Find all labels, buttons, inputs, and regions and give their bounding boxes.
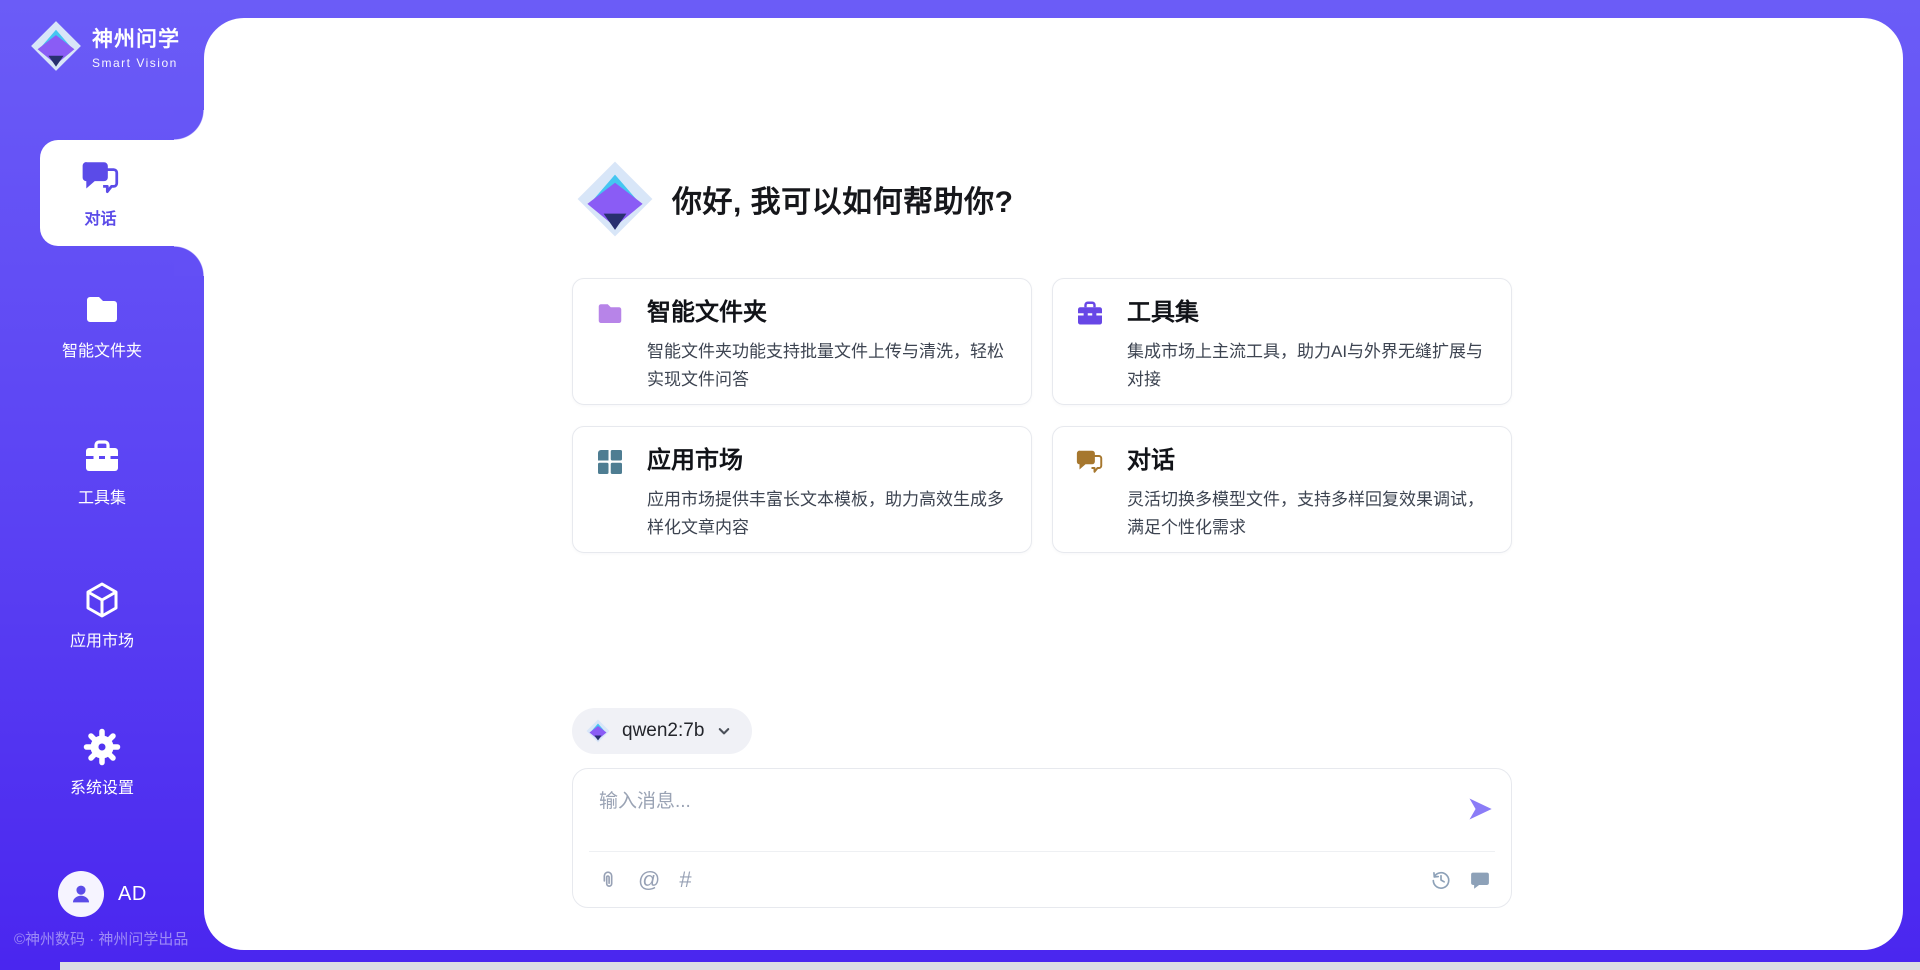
sidebar-item-app-market[interactable]: 应用市场 — [0, 580, 204, 651]
folder-icon — [82, 290, 122, 330]
attach-button[interactable] — [597, 869, 619, 891]
app-root: 神州问学 Smart Vision 对话 智能文件夹 工具集 应用市场 系统设置 — [0, 0, 1920, 970]
sidebar-item-chat[interactable]: 对话 — [40, 140, 205, 246]
card-description: 应用市场提供丰富长文本模板，助力高效生成多样化文章内容 — [647, 486, 1009, 542]
main-panel: 你好, 我可以如何帮助你? 智能文件夹 智能文件夹功能支持批量文件上传与清洗，轻… — [204, 18, 1903, 950]
folder-icon — [595, 299, 625, 329]
horizontal-scrollbar[interactable] — [60, 962, 1920, 970]
at-icon: @ — [638, 869, 660, 891]
new-chat-button[interactable] — [1469, 869, 1491, 891]
assistant-logo-icon — [576, 160, 654, 238]
avatar — [58, 871, 104, 917]
send-icon — [1466, 795, 1494, 823]
grid-icon — [595, 447, 625, 477]
tab-notch-top — [174, 110, 204, 140]
sidebar-item-label: 智能文件夹 — [62, 337, 142, 361]
paperclip-icon — [597, 869, 619, 891]
topic-button[interactable]: # — [679, 869, 691, 891]
feature-cards: 智能文件夹 智能文件夹功能支持批量文件上传与清洗，轻松实现文件问答 工具集 集成… — [572, 278, 1512, 553]
sidebar-item-label: 工具集 — [78, 484, 126, 508]
sidebar-item-label: 系统设置 — [70, 774, 134, 798]
card-smart-folder[interactable]: 智能文件夹 智能文件夹功能支持批量文件上传与清洗，轻松实现文件问答 — [572, 278, 1032, 405]
card-title: 应用市场 — [647, 446, 1009, 477]
send-button[interactable] — [1465, 795, 1495, 825]
tab-notch-bottom — [174, 246, 204, 276]
gear-icon — [82, 727, 122, 767]
history-button[interactable] — [1430, 869, 1452, 891]
model-name: qwen2:7b — [622, 720, 704, 742]
message-input[interactable] — [599, 791, 1439, 813]
model-logo-icon — [586, 719, 610, 743]
sidebar-item-label: 对话 — [84, 205, 116, 229]
sidebar-item-smart-folder[interactable]: 智能文件夹 — [0, 290, 204, 361]
card-chat[interactable]: 对话 灵活切换多模型文件，支持多样回复效果调试，满足个性化需求 — [1052, 426, 1512, 553]
history-clock-icon — [1430, 869, 1452, 891]
brand-logo-icon — [30, 20, 82, 72]
sidebar: 神州问学 Smart Vision 对话 智能文件夹 工具集 应用市场 系统设置 — [0, 0, 204, 970]
card-toolset[interactable]: 工具集 集成市场上主流工具，助力AI与外界无缝扩展与对接 — [1052, 278, 1512, 405]
composer-tools-right — [1430, 869, 1491, 891]
user-initials: AD — [118, 883, 147, 906]
card-title: 工具集 — [1127, 298, 1489, 329]
composer-divider — [589, 851, 1495, 852]
mention-button[interactable]: @ — [638, 869, 660, 891]
sidebar-item-label: 应用市场 — [70, 627, 134, 651]
chat-icon — [1075, 447, 1105, 477]
toolbox-icon — [82, 437, 122, 477]
card-app-market[interactable]: 应用市场 应用市场提供丰富长文本模板，助力高效生成多样化文章内容 — [572, 426, 1032, 553]
card-description: 灵活切换多模型文件，支持多样回复效果调试，满足个性化需求 — [1127, 486, 1489, 542]
card-title: 智能文件夹 — [647, 298, 1009, 329]
person-icon — [67, 880, 95, 908]
card-description: 智能文件夹功能支持批量文件上传与清洗，轻松实现文件问答 — [647, 338, 1009, 394]
cube-icon — [82, 580, 122, 620]
brand-name: 神州问学 — [92, 23, 180, 53]
chat-bubble-icon — [1469, 869, 1491, 891]
chevron-down-icon — [716, 723, 732, 739]
model-selector[interactable]: qwen2:7b — [572, 708, 752, 754]
brand-subtitle: Smart Vision — [92, 56, 180, 70]
user-account[interactable]: AD — [58, 871, 147, 917]
greeting-title: 你好, 我可以如何帮助你? — [672, 177, 1014, 221]
toolbox-icon — [1075, 299, 1105, 329]
composer-tools-left: @ # — [597, 869, 692, 891]
chat-icon — [80, 157, 122, 199]
card-description: 集成市场上主流工具，助力AI与外界无缝扩展与对接 — [1127, 338, 1489, 394]
message-composer: @ # — [572, 768, 1512, 908]
sidebar-item-settings[interactable]: 系统设置 — [0, 727, 204, 798]
sidebar-item-toolset[interactable]: 工具集 — [0, 437, 204, 508]
hash-icon: # — [679, 869, 691, 891]
copyright-footer: ©神州数码 · 神州问学出品 — [14, 928, 188, 949]
brand: 神州问学 Smart Vision — [30, 20, 180, 72]
card-title: 对话 — [1127, 446, 1489, 477]
greeting: 你好, 我可以如何帮助你? — [576, 160, 1014, 238]
